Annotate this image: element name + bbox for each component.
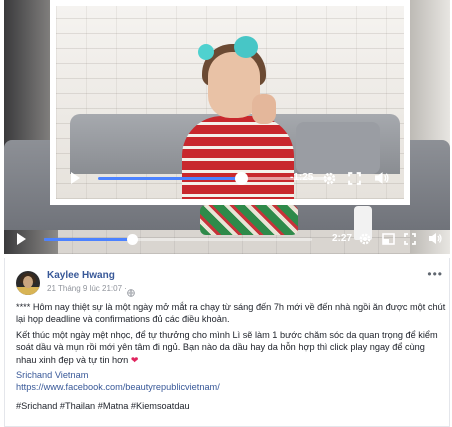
avatar[interactable]: [16, 271, 40, 295]
heart-icon: ❤: [130, 354, 139, 365]
fullscreen-icon[interactable]: [404, 233, 416, 245]
background-progress-bar[interactable]: [44, 234, 312, 245]
inset-video-hair-bun-right: [234, 36, 258, 58]
url-link[interactable]: https://www.facebook.com/beautyrepublicv…: [16, 381, 446, 393]
background-video-controls: 2:27: [4, 226, 450, 254]
settings-icon[interactable]: [358, 232, 372, 246]
post-body: **** Hôm nay thiệt sự là một ngày mở mắt…: [16, 301, 446, 412]
author-name[interactable]: Kaylee Hwang: [47, 270, 115, 281]
page-link[interactable]: Srichand Vietnam: [16, 369, 446, 381]
inset-progress-fill: [98, 177, 241, 180]
background-time: 2:27: [332, 233, 353, 244]
play-icon[interactable]: [70, 172, 80, 184]
inset-video-hair-bun-left: [198, 44, 214, 60]
hashtags[interactable]: #Srichand #Thailan #Matna #Kiemsoatdau: [16, 400, 446, 412]
inset-video-person-hand: [252, 94, 276, 124]
volume-icon[interactable]: [374, 171, 389, 185]
volume-icon[interactable]: [428, 232, 442, 245]
post-timestamp[interactable]: 21 Tháng 9 lúc 21:07 ·: [47, 284, 127, 293]
post-paragraph-1: **** Hôm nay thiệt sự là một ngày mở mắt…: [16, 302, 446, 325]
background-progress-fill: [44, 238, 132, 241]
inset-video-controls: -1:25: [56, 165, 404, 193]
more-options-icon[interactable]: •••: [427, 268, 443, 280]
post-card: Kaylee Hwang 21 Tháng 9 lúc 21:07 · ••• …: [4, 258, 450, 427]
globe-icon: [127, 284, 135, 302]
play-icon[interactable]: [16, 233, 26, 245]
theater-mode-icon[interactable]: [382, 233, 395, 245]
settings-icon[interactable]: [322, 171, 337, 186]
inset-progress-knob[interactable]: [234, 172, 248, 185]
background-progress-knob[interactable]: [126, 234, 138, 245]
post-paragraph-2: Kết thúc một ngày mệt nhọc, để tự thưởng…: [16, 329, 438, 365]
inset-time: -1:25: [290, 172, 314, 183]
fullscreen-icon[interactable]: [348, 172, 361, 185]
